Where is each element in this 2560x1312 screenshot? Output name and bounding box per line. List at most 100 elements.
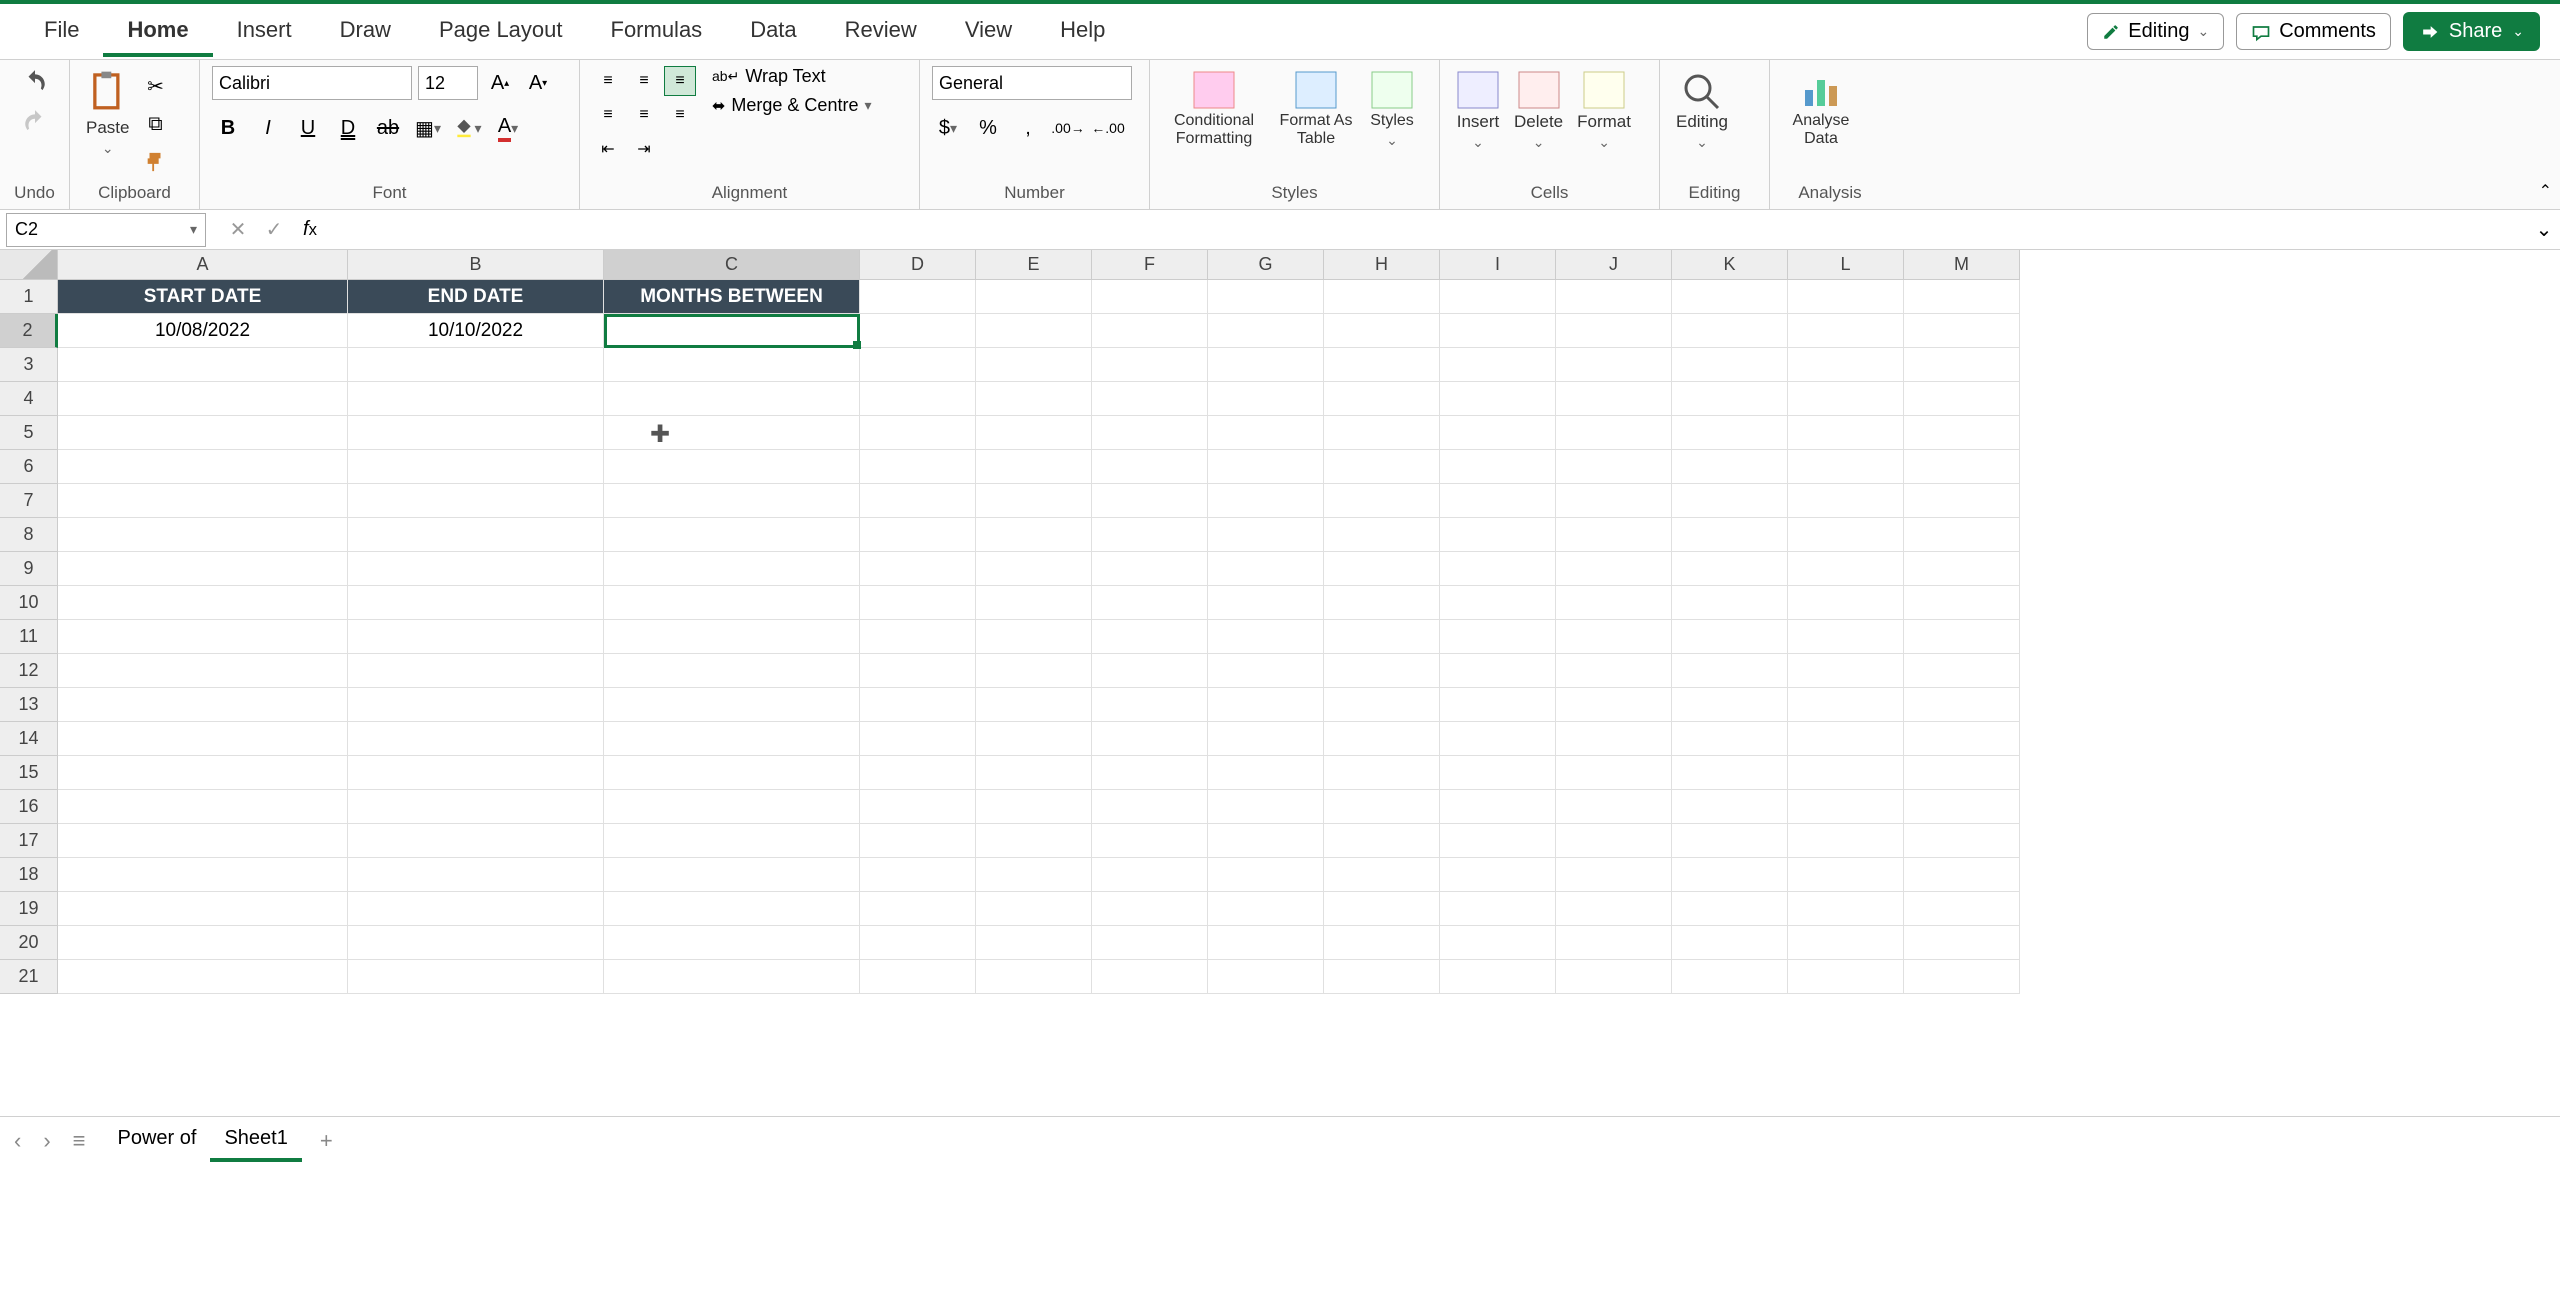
- cell-J12[interactable]: [1556, 654, 1672, 688]
- cell-J10[interactable]: [1556, 586, 1672, 620]
- paste-button[interactable]: Paste ⌄: [82, 66, 133, 161]
- redo-button[interactable]: [19, 106, 51, 138]
- expand-formula-bar-button[interactable]: ⌄: [2528, 214, 2560, 246]
- cell-L4[interactable]: [1788, 382, 1904, 416]
- cell-G6[interactable]: [1208, 450, 1324, 484]
- cell-M3[interactable]: [1904, 348, 2020, 382]
- cell-F5[interactable]: [1092, 416, 1208, 450]
- cell-C4[interactable]: [604, 382, 860, 416]
- cell-H3[interactable]: [1324, 348, 1440, 382]
- cell-L1[interactable]: [1788, 280, 1904, 314]
- cell-M1[interactable]: [1904, 280, 2020, 314]
- delete-cells-button[interactable]: Delete ⌄: [1510, 66, 1567, 155]
- cell-D3[interactable]: [860, 348, 976, 382]
- cell-E9[interactable]: [976, 552, 1092, 586]
- cell-H4[interactable]: [1324, 382, 1440, 416]
- cell-J14[interactable]: [1556, 722, 1672, 756]
- sheet-tab-sheet1[interactable]: Sheet1: [210, 1119, 301, 1162]
- cell-L10[interactable]: [1788, 586, 1904, 620]
- cell-B13[interactable]: [348, 688, 604, 722]
- cell-A10[interactable]: [58, 586, 348, 620]
- editing-mode-button[interactable]: Editing ⌄: [2087, 13, 2224, 50]
- cell-H20[interactable]: [1324, 926, 1440, 960]
- select-all-corner[interactable]: [0, 250, 58, 280]
- align-mid-left[interactable]: ≡: [592, 100, 624, 130]
- cell-I15[interactable]: [1440, 756, 1556, 790]
- tab-page-layout[interactable]: Page Layout: [415, 7, 587, 57]
- cell-H8[interactable]: [1324, 518, 1440, 552]
- cell-G8[interactable]: [1208, 518, 1324, 552]
- cell-G12[interactable]: [1208, 654, 1324, 688]
- cell-H13[interactable]: [1324, 688, 1440, 722]
- cell-styles-button[interactable]: Styles ⌄: [1366, 66, 1418, 153]
- format-as-table-button[interactable]: Format As Table: [1272, 66, 1360, 151]
- column-header-H[interactable]: H: [1324, 250, 1440, 280]
- tab-review[interactable]: Review: [821, 7, 941, 57]
- cell-D11[interactable]: [860, 620, 976, 654]
- collapse-ribbon-button[interactable]: ⌃: [2531, 173, 2560, 209]
- cell-D16[interactable]: [860, 790, 976, 824]
- cell-C16[interactable]: [604, 790, 860, 824]
- cell-J2[interactable]: [1556, 314, 1672, 348]
- cell-G2[interactable]: [1208, 314, 1324, 348]
- cell-F16[interactable]: [1092, 790, 1208, 824]
- cell-E19[interactable]: [976, 892, 1092, 926]
- italic-button[interactable]: I: [252, 112, 284, 144]
- cell-H5[interactable]: [1324, 416, 1440, 450]
- percent-button[interactable]: %: [972, 112, 1004, 144]
- sheet-tab-power-of[interactable]: Power of: [104, 1119, 211, 1162]
- cell-M15[interactable]: [1904, 756, 2020, 790]
- row-header-3[interactable]: 3: [0, 348, 58, 382]
- cell-J9[interactable]: [1556, 552, 1672, 586]
- cell-A2[interactable]: 10/08/2022: [58, 314, 348, 348]
- cell-B19[interactable]: [348, 892, 604, 926]
- cell-A5[interactable]: [58, 416, 348, 450]
- cell-L19[interactable]: [1788, 892, 1904, 926]
- cell-I9[interactable]: [1440, 552, 1556, 586]
- cell-C10[interactable]: [604, 586, 860, 620]
- cell-G1[interactable]: [1208, 280, 1324, 314]
- cell-J11[interactable]: [1556, 620, 1672, 654]
- cell-F20[interactable]: [1092, 926, 1208, 960]
- cut-button[interactable]: ✂: [139, 70, 171, 102]
- cell-J4[interactable]: [1556, 382, 1672, 416]
- cell-I5[interactable]: [1440, 416, 1556, 450]
- cell-C12[interactable]: [604, 654, 860, 688]
- cell-I7[interactable]: [1440, 484, 1556, 518]
- cell-F6[interactable]: [1092, 450, 1208, 484]
- cell-D17[interactable]: [860, 824, 976, 858]
- cell-D21[interactable]: [860, 960, 976, 994]
- cell-H10[interactable]: [1324, 586, 1440, 620]
- cell-A18[interactable]: [58, 858, 348, 892]
- cell-G21[interactable]: [1208, 960, 1324, 994]
- cell-G4[interactable]: [1208, 382, 1324, 416]
- cell-F15[interactable]: [1092, 756, 1208, 790]
- cell-K13[interactable]: [1672, 688, 1788, 722]
- cell-D14[interactable]: [860, 722, 976, 756]
- cell-E8[interactable]: [976, 518, 1092, 552]
- cell-H2[interactable]: [1324, 314, 1440, 348]
- strikethrough-button[interactable]: ab: [372, 112, 404, 144]
- add-sheet-button[interactable]: +: [316, 1124, 337, 1158]
- cell-A13[interactable]: [58, 688, 348, 722]
- cell-D1[interactable]: [860, 280, 976, 314]
- cell-I11[interactable]: [1440, 620, 1556, 654]
- cancel-formula-button[interactable]: ✕: [222, 214, 254, 246]
- increase-indent[interactable]: ⇥: [628, 134, 660, 164]
- cell-B20[interactable]: [348, 926, 604, 960]
- cell-J13[interactable]: [1556, 688, 1672, 722]
- cell-K7[interactable]: [1672, 484, 1788, 518]
- cell-J21[interactable]: [1556, 960, 1672, 994]
- cell-F12[interactable]: [1092, 654, 1208, 688]
- cell-B3[interactable]: [348, 348, 604, 382]
- cell-L12[interactable]: [1788, 654, 1904, 688]
- cell-K12[interactable]: [1672, 654, 1788, 688]
- tab-view[interactable]: View: [941, 7, 1036, 57]
- cell-K11[interactable]: [1672, 620, 1788, 654]
- sheet-nav-next[interactable]: ›: [39, 1124, 54, 1158]
- cell-K18[interactable]: [1672, 858, 1788, 892]
- cell-F10[interactable]: [1092, 586, 1208, 620]
- cell-J1[interactable]: [1556, 280, 1672, 314]
- column-header-J[interactable]: J: [1556, 250, 1672, 280]
- cell-C3[interactable]: [604, 348, 860, 382]
